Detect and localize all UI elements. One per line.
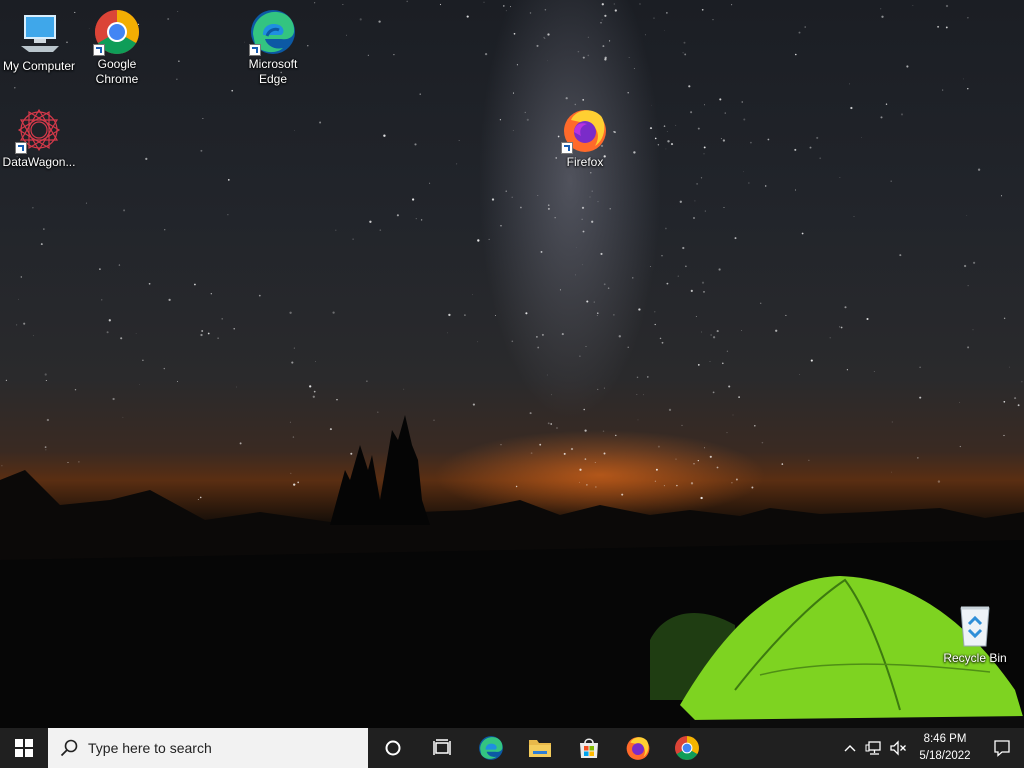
volume-muted-icon [890, 740, 906, 756]
icon-label: Google Chrome [95, 57, 139, 86]
taskbar-app-chrome[interactable] [662, 728, 711, 768]
network-button[interactable] [862, 728, 886, 768]
computer-icon [15, 10, 63, 58]
taskbar-app-file-explorer[interactable] [515, 728, 564, 768]
taskbar-clock[interactable]: 8:46 PM 5/18/2022 [910, 731, 980, 765]
shortcut-arrow-icon [93, 44, 105, 56]
show-hidden-icons-button[interactable] [838, 728, 862, 768]
action-center-button[interactable] [980, 728, 1024, 768]
edge-icon [478, 736, 503, 760]
clock-time: 8:46 PM [923, 733, 967, 745]
shortcut-arrow-icon [249, 44, 261, 56]
icon-label: Recycle Bin [943, 651, 1007, 665]
windows-logo-icon [15, 739, 33, 757]
desktop-icon-my-computer[interactable]: My Computer [0, 10, 78, 74]
edge-icon [249, 8, 297, 56]
volume-button[interactable] [886, 728, 910, 768]
taskbar-search-box[interactable]: Type here to search [48, 728, 368, 768]
store-bag-icon [579, 738, 598, 758]
folder-icon [528, 740, 551, 757]
icon-label: Firefox [566, 155, 604, 169]
cortana-circle-icon [385, 740, 400, 756]
icon-label: My Computer [2, 59, 76, 73]
cortana-button[interactable] [368, 728, 417, 768]
taskbar-app-store[interactable] [564, 728, 613, 768]
start-button[interactable] [0, 728, 48, 768]
desktop-icon-recycle-bin[interactable]: Recycle Bin [936, 602, 1014, 666]
desktop-icon-google-chrome[interactable]: Google Chrome [78, 8, 156, 87]
desktop-wallpaper: My Computer Google Chrome Microsoft Edge… [0, 0, 1024, 728]
taskbar-app-edge[interactable] [466, 728, 515, 768]
firefox-icon [626, 737, 649, 760]
icon-label: Microsoft Edge [248, 57, 298, 86]
task-view-button[interactable] [417, 728, 466, 768]
system-tray: 8:46 PM 5/18/2022 [838, 728, 1024, 768]
desktop-icon-firefox[interactable]: Firefox [546, 106, 624, 170]
desktop-icon-datawagon[interactable]: DataWagon... [0, 106, 78, 170]
chrome-icon [93, 8, 141, 56]
recycle-bin-icon [951, 602, 999, 650]
firefox-icon [561, 106, 609, 154]
mountains-silhouette [0, 415, 1024, 728]
shortcut-arrow-icon [561, 142, 573, 154]
search-icon [60, 739, 78, 757]
search-placeholder: Type here to search [88, 740, 212, 756]
shortcut-arrow-icon [15, 142, 27, 154]
icon-label: DataWagon... [2, 155, 76, 169]
network-icon [865, 741, 881, 755]
task-view-icon [432, 739, 451, 755]
chevron-up-icon [844, 745, 856, 752]
notification-icon [994, 740, 1010, 757]
datawagon-icon [15, 106, 63, 154]
chrome-icon [674, 736, 699, 760]
clock-date: 5/18/2022 [919, 750, 971, 762]
taskbar-app-firefox[interactable] [613, 728, 662, 768]
taskbar: Type here to search 8:46 PM 5/18/2022 [0, 728, 1024, 768]
desktop-icon-microsoft-edge[interactable]: Microsoft Edge [234, 8, 312, 87]
